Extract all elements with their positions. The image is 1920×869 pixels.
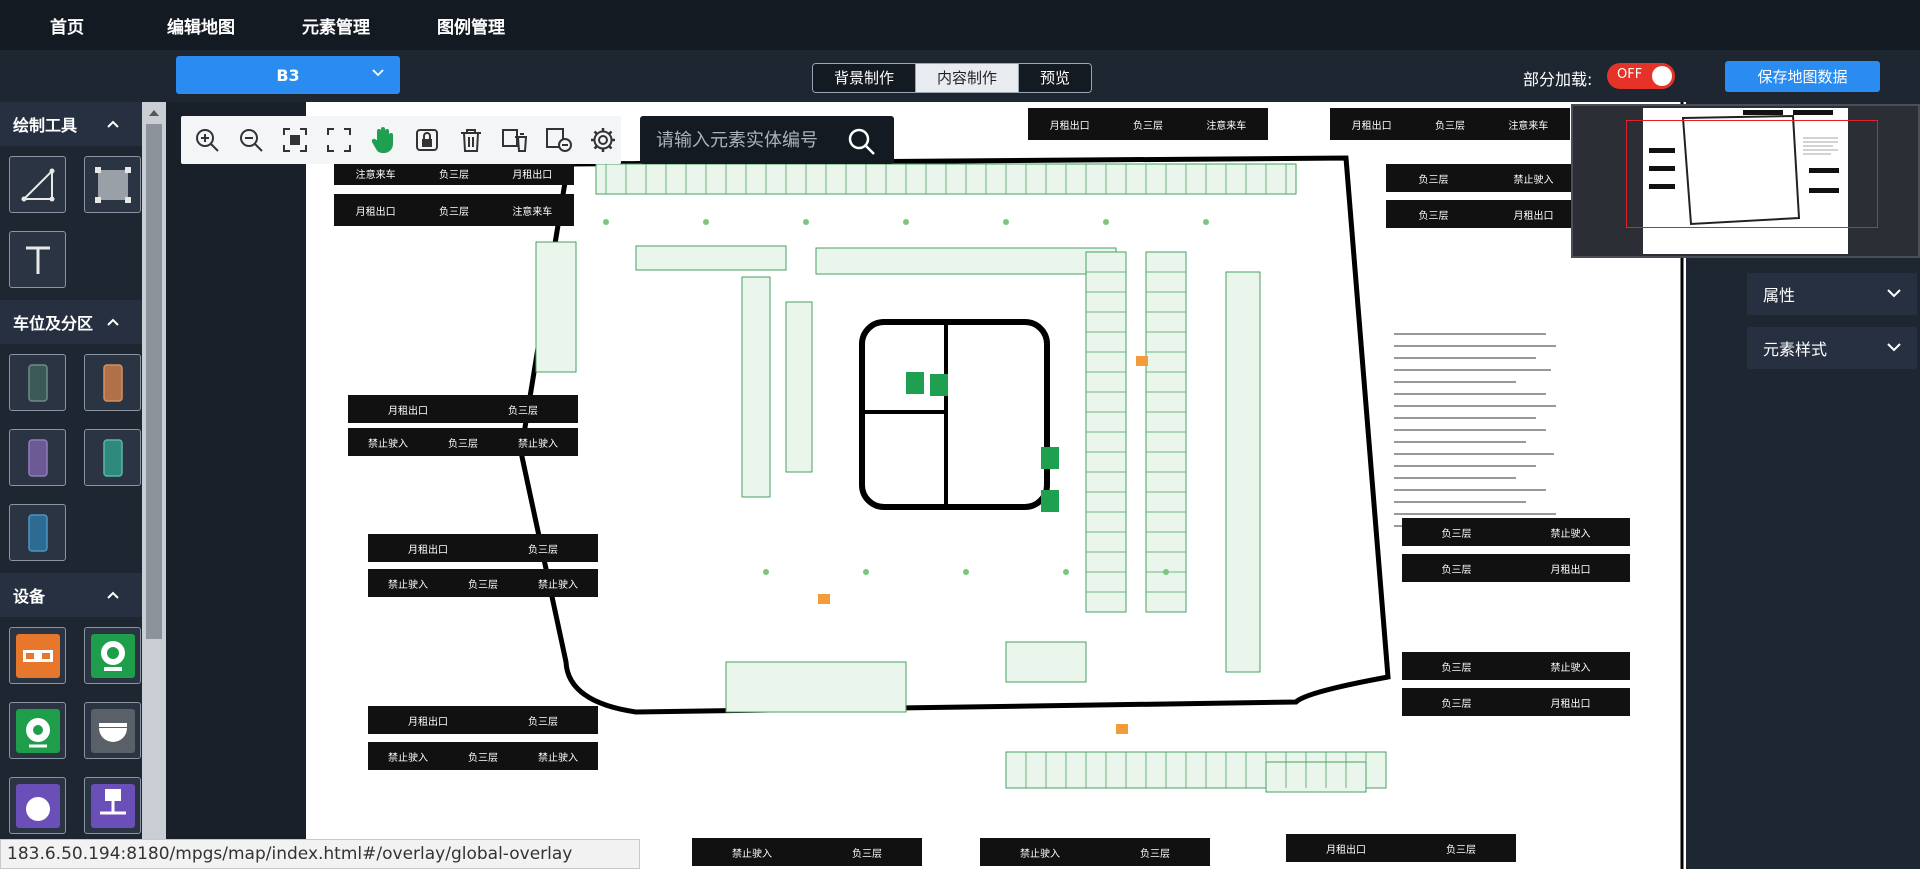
zoom-in-icon[interactable] <box>188 121 225 159</box>
section-title: 绘制工具 <box>13 116 78 135</box>
settings-icon[interactable] <box>584 121 621 159</box>
section-devices[interactable]: 设备 <box>0 573 142 617</box>
nav-element-management[interactable]: 元素管理 <box>302 13 370 38</box>
parking-space-purple-icon[interactable] <box>9 429 66 486</box>
section-draw-tools[interactable]: 绘制工具 <box>0 102 142 146</box>
element-search-input[interactable] <box>656 128 836 152</box>
sidebar-scroll-thumb[interactable] <box>146 124 162 639</box>
dome-camera-icon[interactable] <box>84 702 141 759</box>
chevron-down-icon <box>1887 343 1901 352</box>
fit-screen-icon[interactable] <box>276 121 313 159</box>
fullscreen-icon[interactable] <box>320 121 357 159</box>
map-sign[interactable]: 负三层 月租出口 <box>1386 200 1586 228</box>
parking-space-teal-icon[interactable] <box>84 429 141 486</box>
left-sidebar: 绘制工具 车位及分区 设备 <box>0 102 142 869</box>
map-sign[interactable]: 注意来车 负三层 月租出口 <box>334 161 574 185</box>
map-toolbar <box>181 116 621 164</box>
top-nav-bar: 首页 编辑地图 元素管理 图例管理 <box>0 0 1920 50</box>
map-sign[interactable]: 负三层 月租出口 <box>1402 554 1630 582</box>
chevron-down-icon <box>1887 289 1901 298</box>
mode-background[interactable]: 背景制作 <box>813 64 917 92</box>
parking-space-blue-icon[interactable] <box>9 504 66 561</box>
nav-legend-management[interactable]: 图例管理 <box>437 13 505 38</box>
map-sign[interactable]: 月租出口 负三层 注意来车 <box>334 194 574 226</box>
map-sign[interactable]: 负三层 禁止驶入 <box>1386 164 1586 192</box>
toggle-knob <box>1652 66 1672 86</box>
hand-pan-icon[interactable] <box>364 121 401 159</box>
map-canvas[interactable]: 注意来车 负三层 月租出口 月租出口 负三层 注意来车 月租出口 负三层 注意来车 月租出口… <box>306 102 1686 869</box>
toggle-state-text: OFF <box>1617 67 1643 82</box>
canvas-margin-left <box>166 102 306 869</box>
floor-select-value: B3 <box>276 65 300 85</box>
delete-region-icon[interactable] <box>540 121 577 159</box>
map-sign[interactable]: 禁止驶入 负三层 禁止驶入 <box>368 742 598 770</box>
element-search <box>640 116 894 164</box>
map-sign[interactable]: 月租出口 负三层 <box>1286 834 1516 862</box>
mode-content[interactable]: 内容制作 <box>916 64 1020 92</box>
rectangle-tool-icon[interactable] <box>84 156 141 213</box>
lock-icon[interactable] <box>408 121 445 159</box>
section-title: 车位及分区 <box>13 314 94 333</box>
map-sign[interactable]: 月租出口 负三层 <box>368 534 598 562</box>
minimap-viewport[interactable] <box>1626 120 1878 228</box>
mode-switch: 背景制作 内容制作 预览 <box>812 63 1093 93</box>
map-sign[interactable]: 月租出口 负三层 注意来车 <box>1028 108 1268 140</box>
map-sign[interactable]: 负三层 禁止驶入 <box>1402 652 1630 680</box>
map-sign[interactable]: 月租出口 负三层 <box>368 706 598 734</box>
scroll-up-arrow-icon[interactable] <box>148 108 160 118</box>
partial-load-toggle[interactable]: OFF <box>1607 63 1675 89</box>
text-tool-icon[interactable] <box>9 231 66 288</box>
partial-load-label: 部分加载: <box>1523 70 1593 89</box>
properties-panel-tab[interactable]: 属性 <box>1747 273 1917 315</box>
map-sign[interactable]: 负三层 禁止驶入 <box>1402 518 1630 546</box>
green-sensor-icon[interactable] <box>9 702 66 759</box>
floor-select[interactable]: B3 <box>176 56 400 94</box>
purple-device-icon[interactable] <box>9 777 66 834</box>
nav-edit-map[interactable]: 编辑地图 <box>167 13 235 38</box>
mode-preview[interactable]: 预览 <box>1019 64 1092 92</box>
map-sign[interactable]: 负三层 月租出口 <box>1402 688 1630 716</box>
parking-space-dark-green-icon[interactable] <box>9 354 66 411</box>
map-sign[interactable]: 禁止驶入 负三层 <box>692 838 922 866</box>
line-tool-icon[interactable] <box>9 156 66 213</box>
chevron-up-icon <box>107 120 119 128</box>
nav-home[interactable]: 首页 <box>50 13 84 38</box>
chevron-down-icon <box>372 69 384 77</box>
map-sign[interactable]: 月租出口 负三层 <box>348 395 578 423</box>
map-sign[interactable]: 禁止驶入 负三层 禁止驶入 <box>368 569 598 597</box>
section-title: 设备 <box>13 587 46 606</box>
search-icon[interactable] <box>846 126 876 156</box>
delete-icon[interactable] <box>452 121 489 159</box>
batch-delete-icon[interactable] <box>496 121 533 159</box>
section-parking-zones[interactable]: 车位及分区 <box>0 300 142 344</box>
properties-label: 属性 <box>1763 286 1796 305</box>
map-sign[interactable]: 禁止驶入 负三层 <box>980 838 1210 866</box>
element-style-label: 元素样式 <box>1763 340 1828 359</box>
map-sign[interactable]: 月租出口 负三层 注意来车 <box>1330 108 1570 140</box>
save-map-data-button[interactable]: 保存地图数据 <box>1725 61 1880 92</box>
minimap[interactable] <box>1571 104 1920 258</box>
guidance-screen-icon[interactable] <box>9 627 66 684</box>
zoom-out-icon[interactable] <box>232 121 269 159</box>
parking-space-orange-icon[interactable] <box>84 354 141 411</box>
green-camera-icon[interactable] <box>84 627 141 684</box>
element-style-panel-tab[interactable]: 元素样式 <box>1747 327 1917 369</box>
network-node-icon[interactable] <box>84 777 141 834</box>
map-sign[interactable]: 禁止驶入 负三层 禁止驶入 <box>348 428 578 456</box>
browser-status-url: 183.6.50.194:8180/mpgs/map/index.html#/o… <box>0 839 640 869</box>
chevron-up-icon <box>107 591 119 599</box>
chevron-up-icon <box>107 318 119 326</box>
